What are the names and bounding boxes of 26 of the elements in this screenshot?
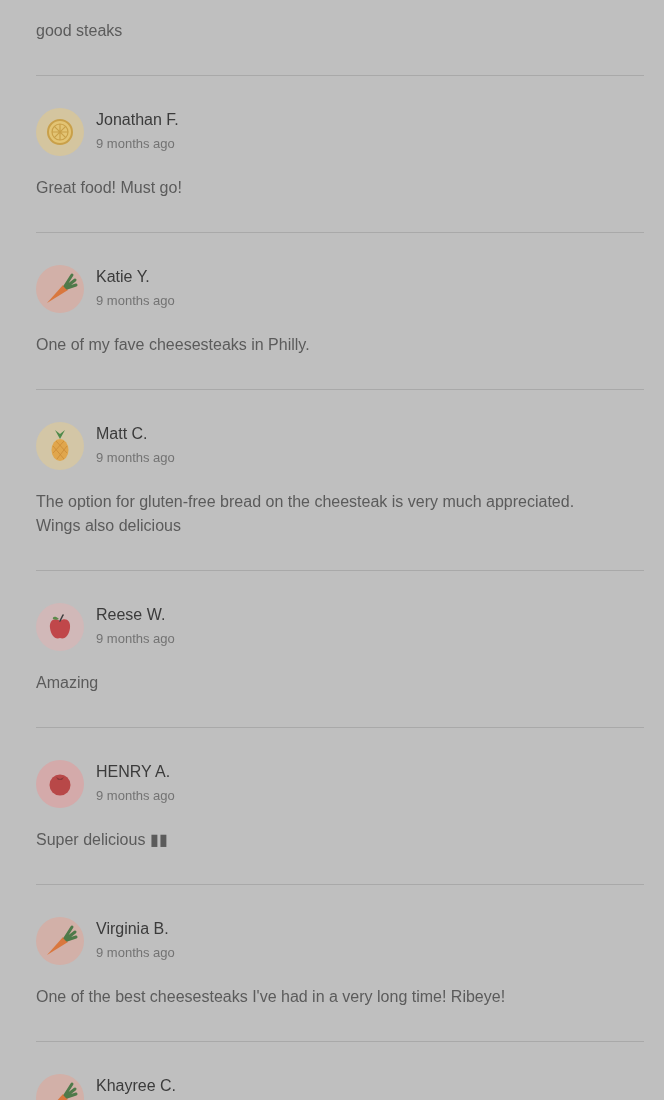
reviewer-name: Katie Y. (96, 267, 150, 287)
review-time: 9 months ago (96, 449, 175, 467)
review-time: 9 months ago (96, 787, 175, 805)
reviewer-name: Khayree C. (96, 1076, 177, 1096)
reviewer-name: HENRY A. (96, 762, 171, 782)
reviewer-name: Reese W. (96, 605, 166, 625)
review-text: good steaks (36, 21, 124, 41)
review-time: 9 months ago (96, 944, 175, 962)
review-text: The option for gluten-free bread on the cheesteak is very much appreciated. Wings also delicious (36, 492, 576, 536)
review-text: Amazing (36, 673, 100, 693)
apple-icon (36, 603, 84, 651)
review-time: 9 months ago (96, 630, 175, 648)
tomato-icon (36, 760, 84, 808)
carrot-icon (36, 265, 84, 313)
review-text: One of the best cheesesteaks I've had in a very long time! Ribeye! (36, 987, 507, 1007)
reviewer-name: Virginia B. (96, 919, 169, 939)
reviewer-name: Jonathan F. (96, 110, 179, 130)
review-time: 9 months ago (96, 135, 175, 153)
reviewer-name: Matt C. (96, 424, 148, 444)
review-text: One of my fave cheesesteaks in Philly. (36, 335, 311, 355)
carrot-icon (36, 917, 84, 965)
review-text: Great food! Must go! (36, 178, 183, 198)
review-time: 9 months ago (96, 292, 175, 310)
lemon-slice-icon (36, 108, 84, 156)
pineapple-icon (36, 422, 84, 470)
review-text: Super delicious ▮▮ (36, 830, 169, 850)
